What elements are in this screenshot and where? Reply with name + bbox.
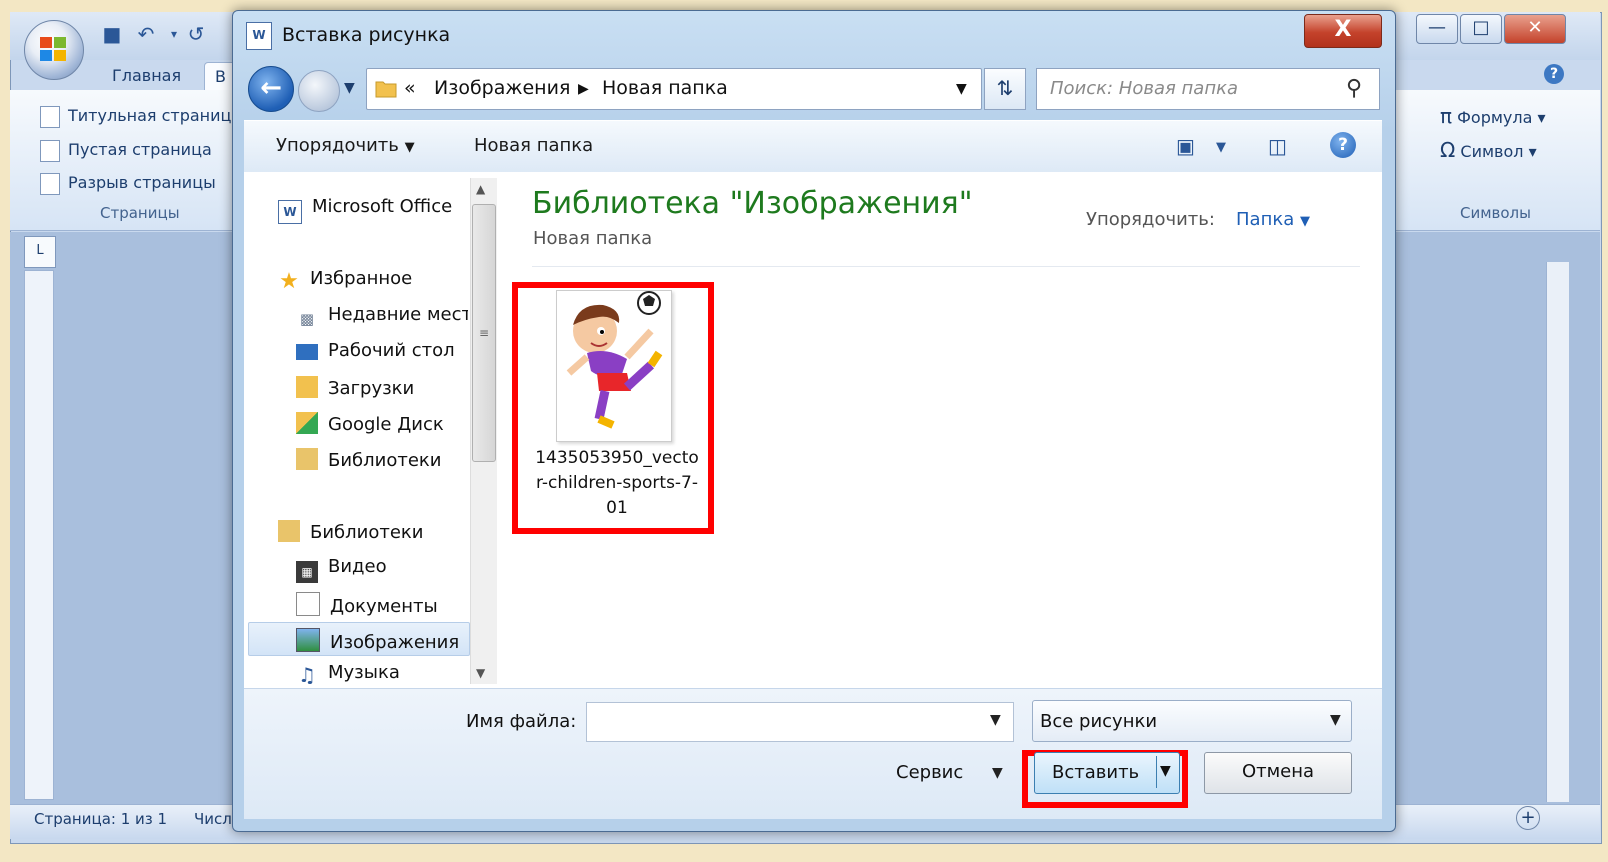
undo-dropdown-icon[interactable]: ▾ xyxy=(162,22,186,46)
dialog-title: Вставка рисунка xyxy=(282,24,451,46)
view-options-icon[interactable]: ▣ xyxy=(1176,134,1195,158)
status-page-count[interactable]: Страница: 1 из 1 xyxy=(34,810,167,828)
blank-page-icon xyxy=(40,139,60,162)
breadcrumb-new-folder[interactable]: Новая папка xyxy=(602,77,728,99)
office-folder-icon: W xyxy=(278,200,302,224)
soccer-boy-image xyxy=(566,291,663,429)
back-button[interactable]: ← xyxy=(248,66,294,112)
search-icon[interactable]: ⚲ xyxy=(1346,76,1362,101)
cover-page-icon xyxy=(40,105,60,128)
forward-button[interactable] xyxy=(298,70,340,112)
equation-button[interactable]: π Формула ▾ xyxy=(1440,104,1546,128)
nav-item-libraries[interactable]: Библиотеки xyxy=(278,520,424,543)
nav-item-music[interactable]: ♫ Музыка xyxy=(296,662,400,686)
blank-page-button[interactable]: Пустая страница xyxy=(40,136,212,164)
word-app-icon: W xyxy=(246,22,272,50)
dialog-close-button[interactable]: X xyxy=(1304,14,1382,48)
desktop-icon xyxy=(296,344,318,360)
word-close-button[interactable]: ✕ xyxy=(1504,14,1566,44)
chevron-down-icon: ▼ xyxy=(1299,214,1310,229)
downloads-icon xyxy=(296,376,318,398)
address-dropdown-icon[interactable]: ▼ xyxy=(956,81,967,97)
minimize-button[interactable]: — xyxy=(1416,14,1458,44)
music-icon: ♫ xyxy=(298,663,316,687)
cancel-button[interactable]: Отмена xyxy=(1204,752,1352,794)
google-drive-icon xyxy=(296,412,318,434)
documents-icon xyxy=(296,592,320,616)
undo-icon[interactable]: ↶ xyxy=(134,22,158,46)
nav-item-images[interactable]: Изображения xyxy=(296,628,459,653)
status-word-count[interactable]: Числ xyxy=(194,810,232,828)
document-scrollbar[interactable] xyxy=(1546,262,1569,802)
dialog-toolbar xyxy=(244,120,1382,174)
office-logo-icon xyxy=(40,37,66,61)
maximize-button[interactable]: □ xyxy=(1460,14,1502,44)
nav-scroll-thumb[interactable]: ≡ xyxy=(472,204,496,462)
file-type-dropdown-icon[interactable]: ▼ xyxy=(1330,712,1341,728)
nav-item-libraries-fav[interactable]: Библиотеки xyxy=(296,448,442,471)
zoom-in-icon[interactable]: + xyxy=(1516,806,1540,830)
help-icon[interactable]: ? xyxy=(1330,132,1356,158)
file-thumbnail[interactable] xyxy=(556,290,672,442)
insert-button-label: Вставить xyxy=(1052,762,1140,783)
history-dropdown-icon[interactable]: ▼ xyxy=(344,80,355,96)
star-icon: ★ xyxy=(279,269,299,294)
libraries-folder-icon xyxy=(278,520,300,542)
recent-places-icon: ▩ xyxy=(299,310,315,328)
symbol-button[interactable]: Ω Символ ▾ xyxy=(1440,138,1537,162)
nav-item-documents[interactable]: Документы xyxy=(296,592,438,617)
folder-icon xyxy=(375,81,397,98)
tab-home[interactable]: Главная xyxy=(112,62,181,90)
nav-item-microsoft-office[interactable]: W Microsoft Office xyxy=(278,196,452,224)
tab-selector-button[interactable]: L xyxy=(24,236,56,268)
tools-dropdown-icon[interactable]: ▼ xyxy=(992,765,1003,781)
nav-item-google-drive[interactable]: Google Диск xyxy=(296,412,444,435)
save-icon[interactable]: ■ xyxy=(100,22,124,46)
nav-item-video[interactable]: ▦ Видео xyxy=(296,556,387,583)
scroll-up-icon[interactable]: ▲ xyxy=(476,182,485,196)
nav-item-desktop[interactable]: Рабочий стол xyxy=(296,340,455,361)
libraries-icon xyxy=(296,448,318,470)
library-subfolder: Новая папка xyxy=(533,228,653,249)
filename-label: Имя файла: xyxy=(466,711,577,732)
vertical-ruler xyxy=(24,270,54,800)
arrange-by-dropdown[interactable]: Папка ▼ xyxy=(1236,209,1310,230)
file-name[interactable]: 1435053950_vector-children-sports-7-01 xyxy=(532,446,702,521)
preview-pane-icon[interactable]: ◫ xyxy=(1268,134,1287,158)
new-folder-button[interactable]: Новая папка xyxy=(474,135,593,156)
filename-input[interactable] xyxy=(586,702,1014,742)
tools-menu[interactable]: Сервис xyxy=(896,762,963,783)
omega-icon: Ω xyxy=(1440,138,1456,162)
breadcrumb-images[interactable]: Изображения xyxy=(434,77,570,99)
nav-item-downloads[interactable]: Загрузки xyxy=(296,376,414,399)
page-break-icon xyxy=(40,172,60,195)
symbols-group-label: Символы xyxy=(1460,204,1531,222)
pi-icon: π xyxy=(1440,104,1453,128)
insert-split-divider xyxy=(1156,756,1157,788)
insert-dropdown-icon[interactable]: ▼ xyxy=(1160,763,1171,779)
images-icon xyxy=(296,628,320,652)
file-type-value: Все рисунки xyxy=(1040,711,1158,732)
nav-item-recent-places[interactable]: ▩ Недавние места xyxy=(296,304,468,330)
redo-icon[interactable]: ↺ xyxy=(184,22,208,46)
refresh-button[interactable]: ⇅ xyxy=(984,68,1026,110)
page-break-button[interactable]: Разрыв страницы xyxy=(40,169,216,197)
word-help-icon[interactable]: ? xyxy=(1544,64,1564,84)
scroll-down-icon[interactable]: ▼ xyxy=(476,666,485,680)
chevron-down-icon: ▼ xyxy=(404,140,415,155)
video-icon: ▦ xyxy=(296,561,318,583)
breadcrumb-separator-icon[interactable]: ▶ xyxy=(578,81,589,97)
divider xyxy=(532,266,1360,267)
cover-page-button[interactable]: Титульная страница xyxy=(40,102,241,130)
arrange-by-label: Упорядочить: xyxy=(1086,209,1215,230)
organize-menu[interactable]: Упорядочить ▼ xyxy=(276,135,415,156)
search-placeholder: Поиск: Новая папка xyxy=(1050,78,1239,99)
nav-item-favorites[interactable]: ★ Избранное xyxy=(278,268,412,293)
pages-group-label: Страницы xyxy=(100,204,180,222)
library-title: Библиотека "Изображения" xyxy=(532,186,973,221)
filename-dropdown-icon[interactable]: ▼ xyxy=(990,712,1001,728)
address-prefix[interactable]: « xyxy=(404,77,416,99)
view-dropdown-icon[interactable]: ▼ xyxy=(1216,140,1226,155)
